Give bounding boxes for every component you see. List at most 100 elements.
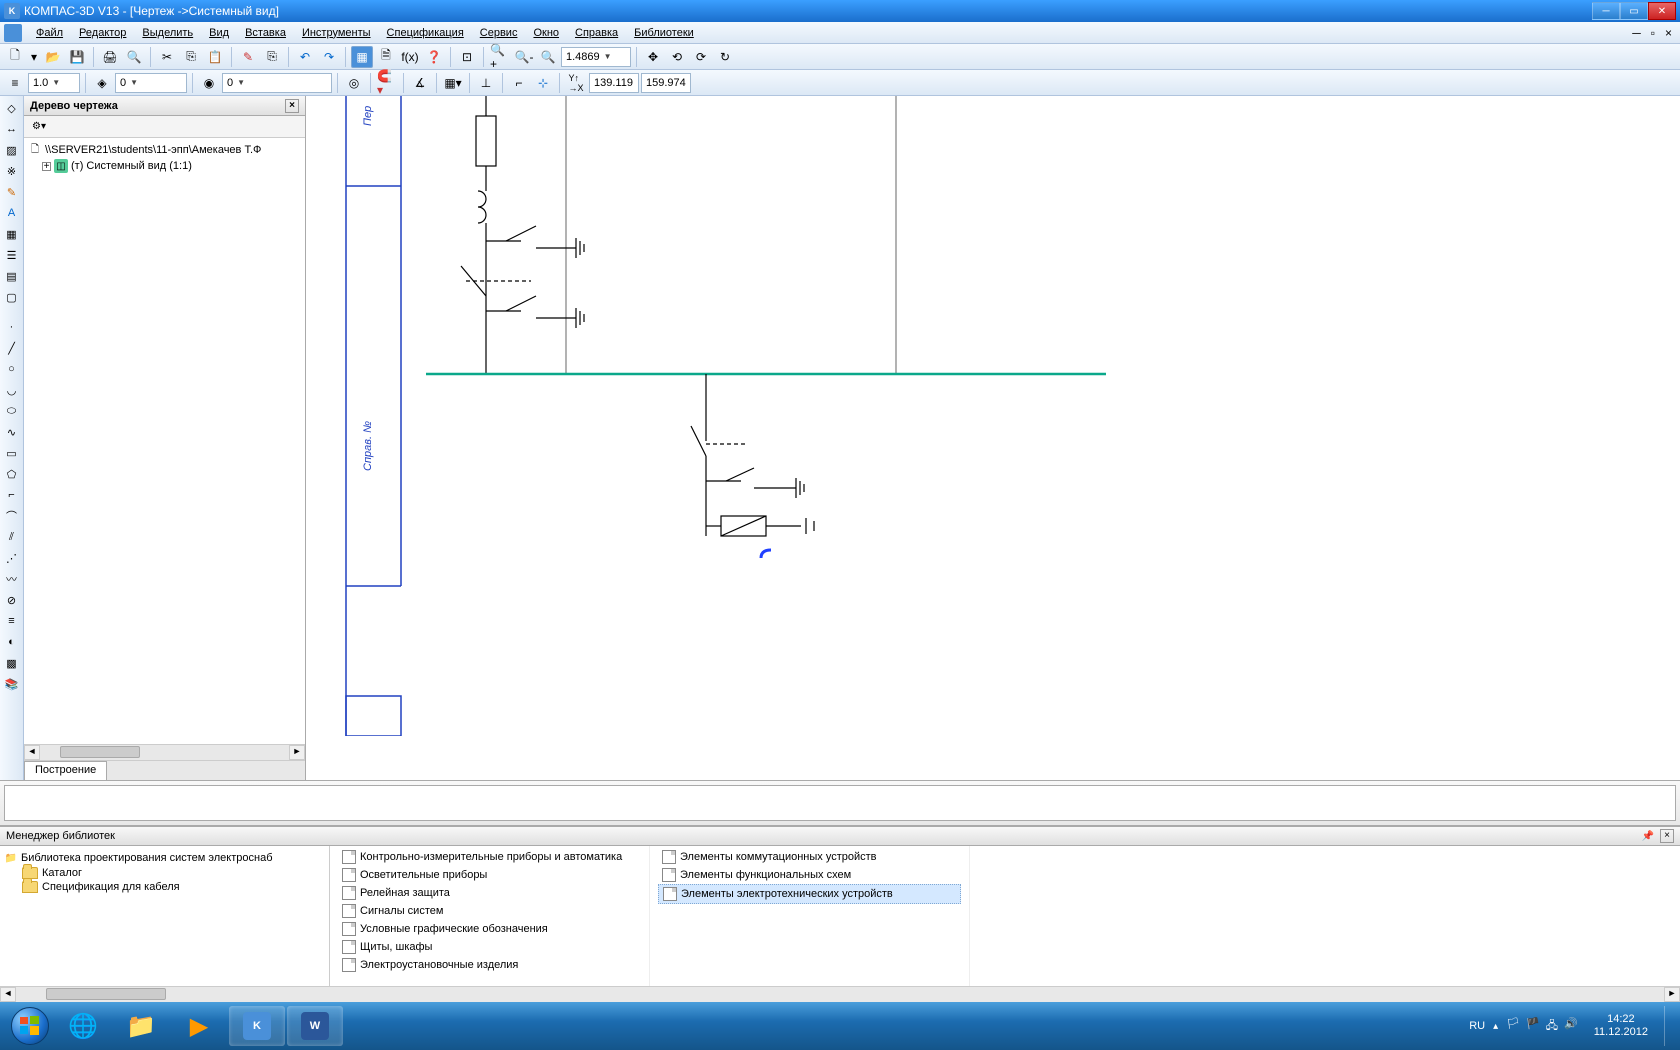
spec-icon[interactable]: ☰ — [2, 245, 22, 265]
circle-icon[interactable]: ○ — [2, 359, 22, 379]
tray-expand[interactable]: ▴ — [1493, 1021, 1498, 1032]
hatch-icon[interactable]: ▨ — [2, 140, 22, 160]
tray-clock[interactable]: 14:22 11.12.2012 — [1586, 1013, 1656, 1039]
grid-snap-button[interactable]: ▦▾ — [442, 72, 464, 94]
lib-item[interactable]: Контрольно-измерительные приборы и автом… — [338, 848, 641, 866]
tray-flag-icon[interactable]: 🏳 — [1506, 1017, 1520, 1036]
state-combo[interactable]: 0▼ — [222, 73, 332, 93]
tray-network-icon[interactable]: 🖧 — [1546, 1017, 1558, 1036]
scroll-right[interactable]: ► — [289, 745, 305, 760]
geom-icon[interactable]: ◇ — [2, 98, 22, 118]
mdi-close[interactable]: × — [1661, 26, 1676, 40]
hatch2-icon[interactable]: ▩ — [2, 653, 22, 673]
properties-button[interactable]: ✎ — [237, 46, 259, 68]
tray-action-icon[interactable]: 🏴 — [1526, 1017, 1540, 1036]
vars-button[interactable]: 🗎 — [375, 46, 397, 68]
snap-button[interactable]: ◎ — [343, 72, 365, 94]
state-icon[interactable]: ◉ — [198, 72, 220, 94]
lib-hscroll[interactable]: ◄ ► — [0, 986, 1680, 1002]
coord-y-field[interactable] — [641, 73, 691, 93]
tree-root-node[interactable]: 🗋 \\SERVER21\students\11-эпп\Амекачев Т.… — [28, 142, 301, 158]
menu-service[interactable]: Сервис — [472, 25, 526, 41]
tree-settings-button[interactable]: ⚙▾ — [28, 116, 50, 138]
ellipse-icon[interactable]: ⬭ — [2, 401, 22, 421]
symbol-icon[interactable]: ※ — [2, 161, 22, 181]
task-media[interactable]: ▶ — [171, 1006, 227, 1046]
tray-volume-icon[interactable]: 🔊 — [1564, 1017, 1578, 1036]
round-button[interactable]: ⌐ — [508, 72, 530, 94]
spline-icon[interactable]: ∿ — [2, 422, 22, 442]
minimize-button[interactable]: ─ — [1592, 2, 1620, 20]
layer-icon[interactable]: ◈ — [91, 72, 113, 94]
start-button[interactable] — [6, 1006, 54, 1046]
drawing-canvas[interactable]: Справ. № Пер — [306, 96, 1680, 780]
tab-build[interactable]: Построение — [24, 761, 107, 780]
polygon-icon[interactable]: ⬠ — [2, 464, 22, 484]
new-dropdown[interactable]: ▾ — [28, 46, 40, 68]
menu-window[interactable]: Окно — [525, 25, 567, 41]
lib-item[interactable]: Условные графические обозначения — [338, 920, 641, 938]
magnet-button[interactable]: 🧲▾ — [376, 72, 398, 94]
offset-icon[interactable]: ⫽ — [2, 527, 22, 547]
expand-icon[interactable]: + — [42, 162, 51, 171]
paste-button[interactable]: 📋 — [204, 46, 226, 68]
contour-icon[interactable]: ◐ — [2, 632, 22, 652]
close-button[interactable]: ✕ — [1648, 2, 1676, 20]
lib-tree[interactable]: 📁 Библиотека проектирования систем элект… — [0, 846, 330, 986]
maximize-button[interactable]: ▭ — [1620, 2, 1648, 20]
tree-body[interactable]: 🗋 \\SERVER21\students\11-эпп\Амекачев Т.… — [24, 138, 305, 744]
line-style-button[interactable]: ≡ — [4, 72, 26, 94]
menu-file[interactable]: Файл — [28, 25, 71, 41]
break-icon[interactable]: ⊘ — [2, 590, 22, 610]
scroll-left[interactable]: ◄ — [24, 745, 40, 760]
mdi-minimize[interactable]: ─ — [1628, 26, 1645, 40]
redo-button[interactable]: ↷ — [318, 46, 340, 68]
task-ie[interactable]: 🌐 — [55, 1006, 111, 1046]
dim-icon[interactable]: ↔ — [2, 119, 22, 139]
lib-item[interactable]: Щиты, шкафы — [338, 938, 641, 956]
lib-tree-item[interactable]: Спецификация для кабеля — [4, 880, 325, 894]
bezier-icon[interactable]: 〰 — [2, 569, 22, 589]
params-inner[interactable] — [4, 785, 1676, 821]
mdi-restore[interactable]: ▫ — [1647, 26, 1659, 40]
menu-libraries[interactable]: Библиотеки — [626, 25, 702, 41]
lib-item[interactable]: Осветительные приборы — [338, 866, 641, 884]
menu-help[interactable]: Справка — [567, 25, 626, 41]
menu-spec[interactable]: Спецификация — [379, 25, 472, 41]
lib-pin-button[interactable]: 📌 — [1642, 831, 1654, 842]
zoom-extents-button[interactable]: ⊡ — [456, 46, 478, 68]
menu-insert[interactable]: Вставка — [237, 25, 294, 41]
copy-props-button[interactable]: ⎘ — [261, 46, 283, 68]
aux-icon[interactable]: ⋰ — [2, 548, 22, 568]
zoom-next-button[interactable]: ⟳ — [690, 46, 712, 68]
layer-combo[interactable]: 0▼ — [115, 73, 187, 93]
tree-close-button[interactable]: × — [285, 99, 299, 113]
tree-child-node[interactable]: + ◫ (т) Системный вид (1:1) — [28, 158, 301, 174]
equid-icon[interactable]: ≡ — [2, 611, 22, 631]
zoom-out-button[interactable]: 🔍- — [513, 46, 535, 68]
edit-icon[interactable]: ✎ — [2, 182, 22, 202]
new-button[interactable]: 🗋 — [4, 46, 26, 68]
tray-lang[interactable]: RU — [1469, 1020, 1485, 1032]
menu-tools[interactable]: Инструменты — [294, 25, 379, 41]
lib-item[interactable]: Сигналы систем — [338, 902, 641, 920]
point-icon[interactable]: · — [2, 317, 22, 337]
zoom-in-button[interactable]: 🔍+ — [489, 46, 511, 68]
task-kompas[interactable]: K — [229, 1006, 285, 1046]
text-icon[interactable]: A — [2, 203, 22, 223]
task-word[interactable]: W — [287, 1006, 343, 1046]
task-explorer[interactable]: 📁 — [113, 1006, 169, 1046]
angle-button[interactable]: ∡ — [409, 72, 431, 94]
lib-icon[interactable]: 📚 — [2, 674, 22, 694]
ortho-button[interactable]: ⊥ — [475, 72, 497, 94]
lib-item[interactable]: Элементы коммутационных устройств — [658, 848, 961, 866]
lib-scroll-left[interactable]: ◄ — [0, 987, 16, 1002]
tree-hscroll[interactable]: ◄ ► — [24, 744, 305, 760]
line-width-combo[interactable]: 1.0▼ — [28, 73, 80, 93]
zoom-prev-button[interactable]: ⟲ — [666, 46, 688, 68]
line-icon[interactable]: ╱ — [2, 338, 22, 358]
chamfer-icon[interactable]: ⌐ — [2, 485, 22, 505]
lib-scroll-right[interactable]: ► — [1664, 987, 1680, 1002]
help-context-button[interactable]: ❓ — [423, 46, 445, 68]
print-button[interactable]: 🖨 — [99, 46, 121, 68]
